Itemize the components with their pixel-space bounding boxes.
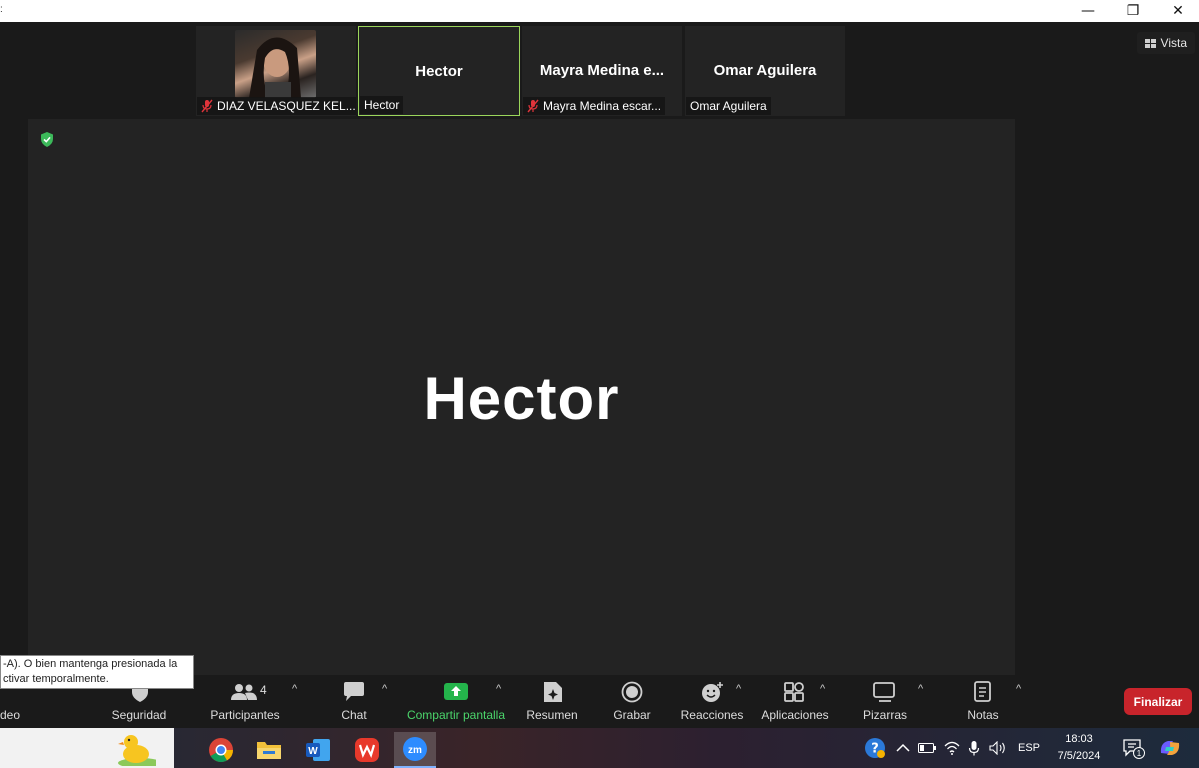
end-meeting-button[interactable]: Finalizar: [1124, 688, 1192, 715]
participant-photo: [235, 30, 316, 98]
apps-caret[interactable]: ^: [820, 683, 825, 695]
participant-label: Mayra Medina escar...: [523, 97, 666, 115]
participant-tile-name: Omar Aguilera: [713, 62, 817, 79]
zoom-icon[interactable]: zm: [394, 732, 436, 768]
participants-label: Participantes: [210, 708, 280, 722]
tooltip-line: ctivar temporalmente.: [3, 673, 109, 685]
share-caret[interactable]: ^: [496, 683, 501, 695]
participants-button[interactable]: 4 Participantes: [204, 675, 286, 728]
notes-icon: [974, 681, 991, 702]
volume-icon[interactable]: [989, 728, 1007, 768]
notes-label: Notas: [967, 708, 999, 722]
whiteboards-label: Pizarras: [862, 708, 907, 722]
help-icon[interactable]: ?: [864, 728, 886, 768]
clock-date: 7/5/2024: [1057, 750, 1101, 762]
record-icon: [621, 681, 643, 703]
microphone-icon[interactable]: [968, 728, 980, 768]
chat-button[interactable]: Chat: [332, 675, 376, 728]
reactions-label: Reacciones: [680, 708, 744, 722]
tooltip-line: -A). O bien mantenga presionada la: [3, 658, 178, 670]
notes-button[interactable]: Notas: [960, 675, 1006, 728]
zoom-badge: zm: [408, 745, 422, 756]
muted-mic-icon: [527, 99, 539, 113]
zoom-meeting-window: : — ❐ ✕ Vista DIAZ VELASQUEZ KEL... Hect…: [0, 0, 1199, 768]
participants-count: 4: [260, 683, 267, 697]
active-speaker-view[interactable]: Hector: [28, 119, 1015, 675]
word-badge: W: [308, 746, 318, 757]
title-bar-edge: :: [0, 4, 3, 15]
participant-tile-name: Hector: [415, 63, 463, 80]
share-screen-icon: [444, 683, 468, 700]
participant-name: Hector: [364, 98, 400, 112]
duck-icon: [118, 735, 156, 766]
tooltip: -A). O bien mantenga presionada la ctiva…: [0, 655, 194, 689]
apps-icon: [784, 682, 804, 702]
participants-caret[interactable]: ^: [292, 683, 297, 695]
participant-label: Hector: [360, 96, 404, 114]
notification-center-icon[interactable]: 1: [1122, 728, 1146, 768]
share-screen-label: Compartir pantalla: [406, 708, 506, 722]
restore-button[interactable]: ❐: [1113, 0, 1153, 22]
video-label: deo: [0, 708, 21, 722]
record-label: Grabar: [613, 708, 651, 722]
taskbar-clock[interactable]: 18:03 7/5/2024: [1050, 731, 1108, 765]
close-button[interactable]: ✕: [1158, 0, 1198, 22]
participants-icon: [231, 684, 257, 700]
whiteboards-caret[interactable]: ^: [918, 683, 923, 695]
participant-tile-hector[interactable]: Hector Hector: [358, 26, 520, 116]
security-label: Seguridad: [111, 708, 167, 722]
reactions-button[interactable]: Reacciones: [680, 675, 744, 728]
summary-button[interactable]: Resumen: [522, 675, 582, 728]
whiteboards-button[interactable]: Pizarras: [858, 675, 912, 728]
record-button[interactable]: Grabar: [604, 675, 660, 728]
clock-time: 18:03: [1065, 733, 1093, 745]
participant-tile-diaz[interactable]: DIAZ VELASQUEZ KEL...: [196, 26, 356, 116]
battery-icon[interactable]: [918, 728, 936, 768]
taskbar-search-area[interactable]: [0, 728, 174, 768]
share-screen-button[interactable]: Compartir pantalla: [402, 675, 510, 728]
chevron-up-icon[interactable]: [896, 728, 910, 768]
word-icon[interactable]: W: [297, 732, 339, 768]
chrome-icon[interactable]: [200, 732, 242, 768]
summary-label: Resumen: [526, 708, 578, 722]
chat-label: Chat: [341, 708, 367, 722]
participant-tile-omar[interactable]: Omar Aguilera Omar Aguilera: [685, 26, 845, 116]
whiteboard-icon: [873, 682, 895, 702]
apps-label: Aplicaciones: [761, 708, 829, 722]
chat-caret[interactable]: ^: [382, 683, 387, 695]
view-button[interactable]: Vista: [1136, 32, 1195, 54]
reactions-emoji-icon: [702, 682, 723, 702]
notification-count: 1: [1137, 749, 1142, 758]
reactions-caret[interactable]: ^: [736, 683, 741, 695]
participant-tile-name: Mayra Medina e...: [539, 62, 665, 79]
participant-name: DIAZ VELASQUEZ KEL...: [217, 99, 356, 113]
language-indicator[interactable]: ESP: [1018, 728, 1040, 768]
view-button-label: Vista: [1160, 36, 1187, 50]
file-explorer-icon[interactable]: [248, 732, 290, 768]
wps-office-icon[interactable]: [346, 732, 388, 768]
notes-caret[interactable]: ^: [1016, 683, 1021, 695]
participant-name: Omar Aguilera: [690, 99, 767, 113]
wifi-icon[interactable]: [944, 728, 960, 768]
participant-tile-mayra[interactable]: Mayra Medina e... Mayra Medina escar...: [522, 26, 682, 116]
participant-label: Omar Aguilera: [686, 97, 771, 115]
participant-name: Mayra Medina escar...: [543, 99, 662, 113]
speaker-name: Hector: [423, 365, 620, 432]
grid-icon: [1144, 38, 1156, 48]
chat-bubble-icon: [344, 682, 364, 701]
shield-check-icon[interactable]: [40, 132, 54, 147]
copilot-icon[interactable]: [1158, 728, 1182, 768]
ai-summary-icon: [544, 682, 562, 702]
muted-mic-icon: [201, 99, 213, 113]
minimize-button[interactable]: —: [1068, 0, 1108, 22]
title-bar: : — ❐ ✕: [0, 0, 1199, 22]
participant-label: DIAZ VELASQUEZ KEL...: [197, 97, 356, 115]
windows-taskbar: W zm ? ESP 18:03 7/5/2024 1: [0, 728, 1199, 768]
